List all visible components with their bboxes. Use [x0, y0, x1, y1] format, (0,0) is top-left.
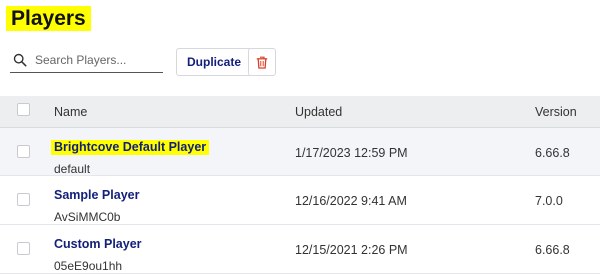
trash-icon: [256, 56, 268, 69]
row-checkbox[interactable]: [17, 193, 30, 206]
table-row[interactable]: Sample Player AvSiMMC0b 12/16/2022 9:41 …: [0, 176, 600, 225]
updated-cell: 12/16/2022 9:41 AM: [295, 194, 407, 208]
player-name-link[interactable]: Sample Player: [54, 188, 139, 203]
updated-cell: 12/15/2021 2:26 PM: [295, 243, 408, 257]
version-cell: 7.0.0: [535, 194, 563, 208]
column-header-updated[interactable]: Updated: [295, 105, 342, 119]
column-header-name[interactable]: Name: [54, 105, 87, 119]
table-header: Name Updated Version: [0, 96, 600, 128]
player-name-cell: Custom Player 05eE9ou1hh: [54, 235, 142, 273]
player-name-cell: Brightcove Default Player default: [51, 138, 210, 176]
player-id: default: [54, 162, 91, 176]
version-cell: 6.66.8: [535, 243, 570, 257]
player-name-cell: Sample Player AvSiMMC0b: [54, 186, 139, 224]
updated-cell: 1/17/2023 12:59 PM: [295, 146, 408, 160]
table-row[interactable]: Custom Player 05eE9ou1hh 12/15/2021 2:26…: [0, 225, 600, 274]
search-input[interactable]: [35, 53, 153, 67]
toolbar: Duplicate: [10, 48, 600, 78]
version-cell: 6.66.8: [535, 146, 570, 160]
table-row[interactable]: Brightcove Default Player default 1/17/2…: [0, 128, 600, 176]
page-title: Players: [6, 6, 91, 31]
select-all-checkbox[interactable]: [17, 103, 30, 116]
row-checkbox[interactable]: [17, 145, 30, 158]
player-name-link[interactable]: Custom Player: [54, 237, 142, 252]
search-box[interactable]: [10, 48, 163, 73]
column-header-version[interactable]: Version: [535, 105, 577, 119]
player-id: 05eE9ou1hh: [54, 259, 123, 273]
search-icon: [13, 53, 27, 67]
players-table: Name Updated Version Brightcove Default …: [0, 96, 600, 274]
duplicate-button[interactable]: Duplicate: [176, 48, 253, 76]
player-id: AvSiMMC0b: [54, 210, 121, 224]
row-checkbox[interactable]: [17, 242, 30, 255]
delete-button[interactable]: [248, 48, 276, 76]
player-name-link[interactable]: Brightcove Default Player: [51, 140, 210, 155]
